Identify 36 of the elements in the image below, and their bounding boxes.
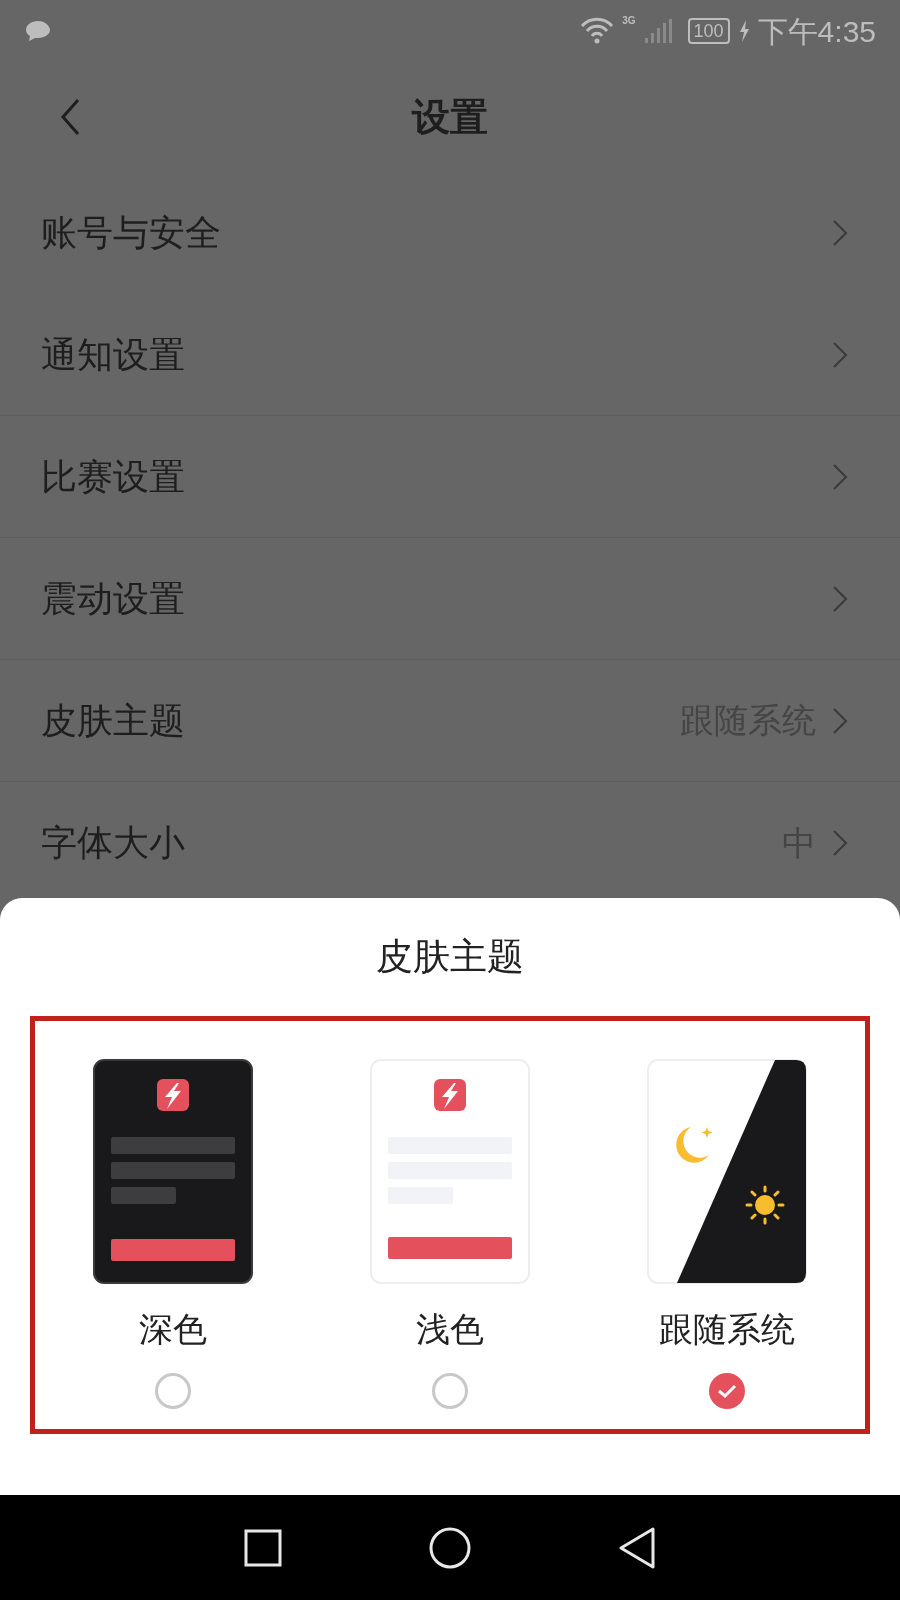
row-label: 比赛设置	[41, 454, 185, 499]
chevron-icon	[832, 829, 848, 857]
settings-row[interactable]: 震动设置	[0, 538, 900, 660]
option-label: 浅色	[416, 1309, 484, 1350]
back-nav-button[interactable]	[618, 1526, 657, 1569]
radio-button[interactable]	[155, 1373, 192, 1409]
settings-row[interactable]: 账号与安全	[0, 172, 900, 294]
chevron-icon	[832, 340, 848, 369]
battery-indicator: 100	[687, 18, 730, 44]
radio-button[interactable]	[432, 1373, 468, 1409]
charging-icon	[737, 19, 750, 43]
recents-button[interactable]	[243, 1528, 282, 1567]
page-title: 设置	[412, 94, 488, 140]
settings-row[interactable]: 通知设置	[0, 294, 900, 416]
chevron-icon	[832, 706, 848, 735]
check-icon	[716, 1383, 737, 1399]
row-label: 字体大小	[41, 821, 185, 865]
option-label: 跟随系统	[658, 1309, 795, 1350]
back-icon	[60, 98, 80, 136]
radio-button[interactable]	[708, 1373, 745, 1409]
status-time: 下午4:35	[757, 13, 876, 50]
chevron-icon	[832, 584, 848, 613]
message-icon	[24, 19, 52, 43]
chevron-icon	[832, 219, 848, 247]
wifi-icon	[580, 17, 615, 45]
home-button[interactable]	[429, 1526, 471, 1569]
network-label: 3G	[622, 13, 636, 28]
signal-icon	[643, 18, 672, 44]
row-label: 皮肤主题	[41, 698, 185, 743]
row-label: 账号与安全	[41, 211, 221, 255]
settings-row[interactable]: 比赛设置	[0, 416, 900, 538]
row-label: 震动设置	[41, 576, 185, 621]
sheet-title: 皮肤主题	[375, 935, 525, 980]
chevron-icon	[832, 462, 848, 491]
row-label: 通知设置	[41, 332, 185, 377]
option-label: 深色	[139, 1309, 208, 1350]
